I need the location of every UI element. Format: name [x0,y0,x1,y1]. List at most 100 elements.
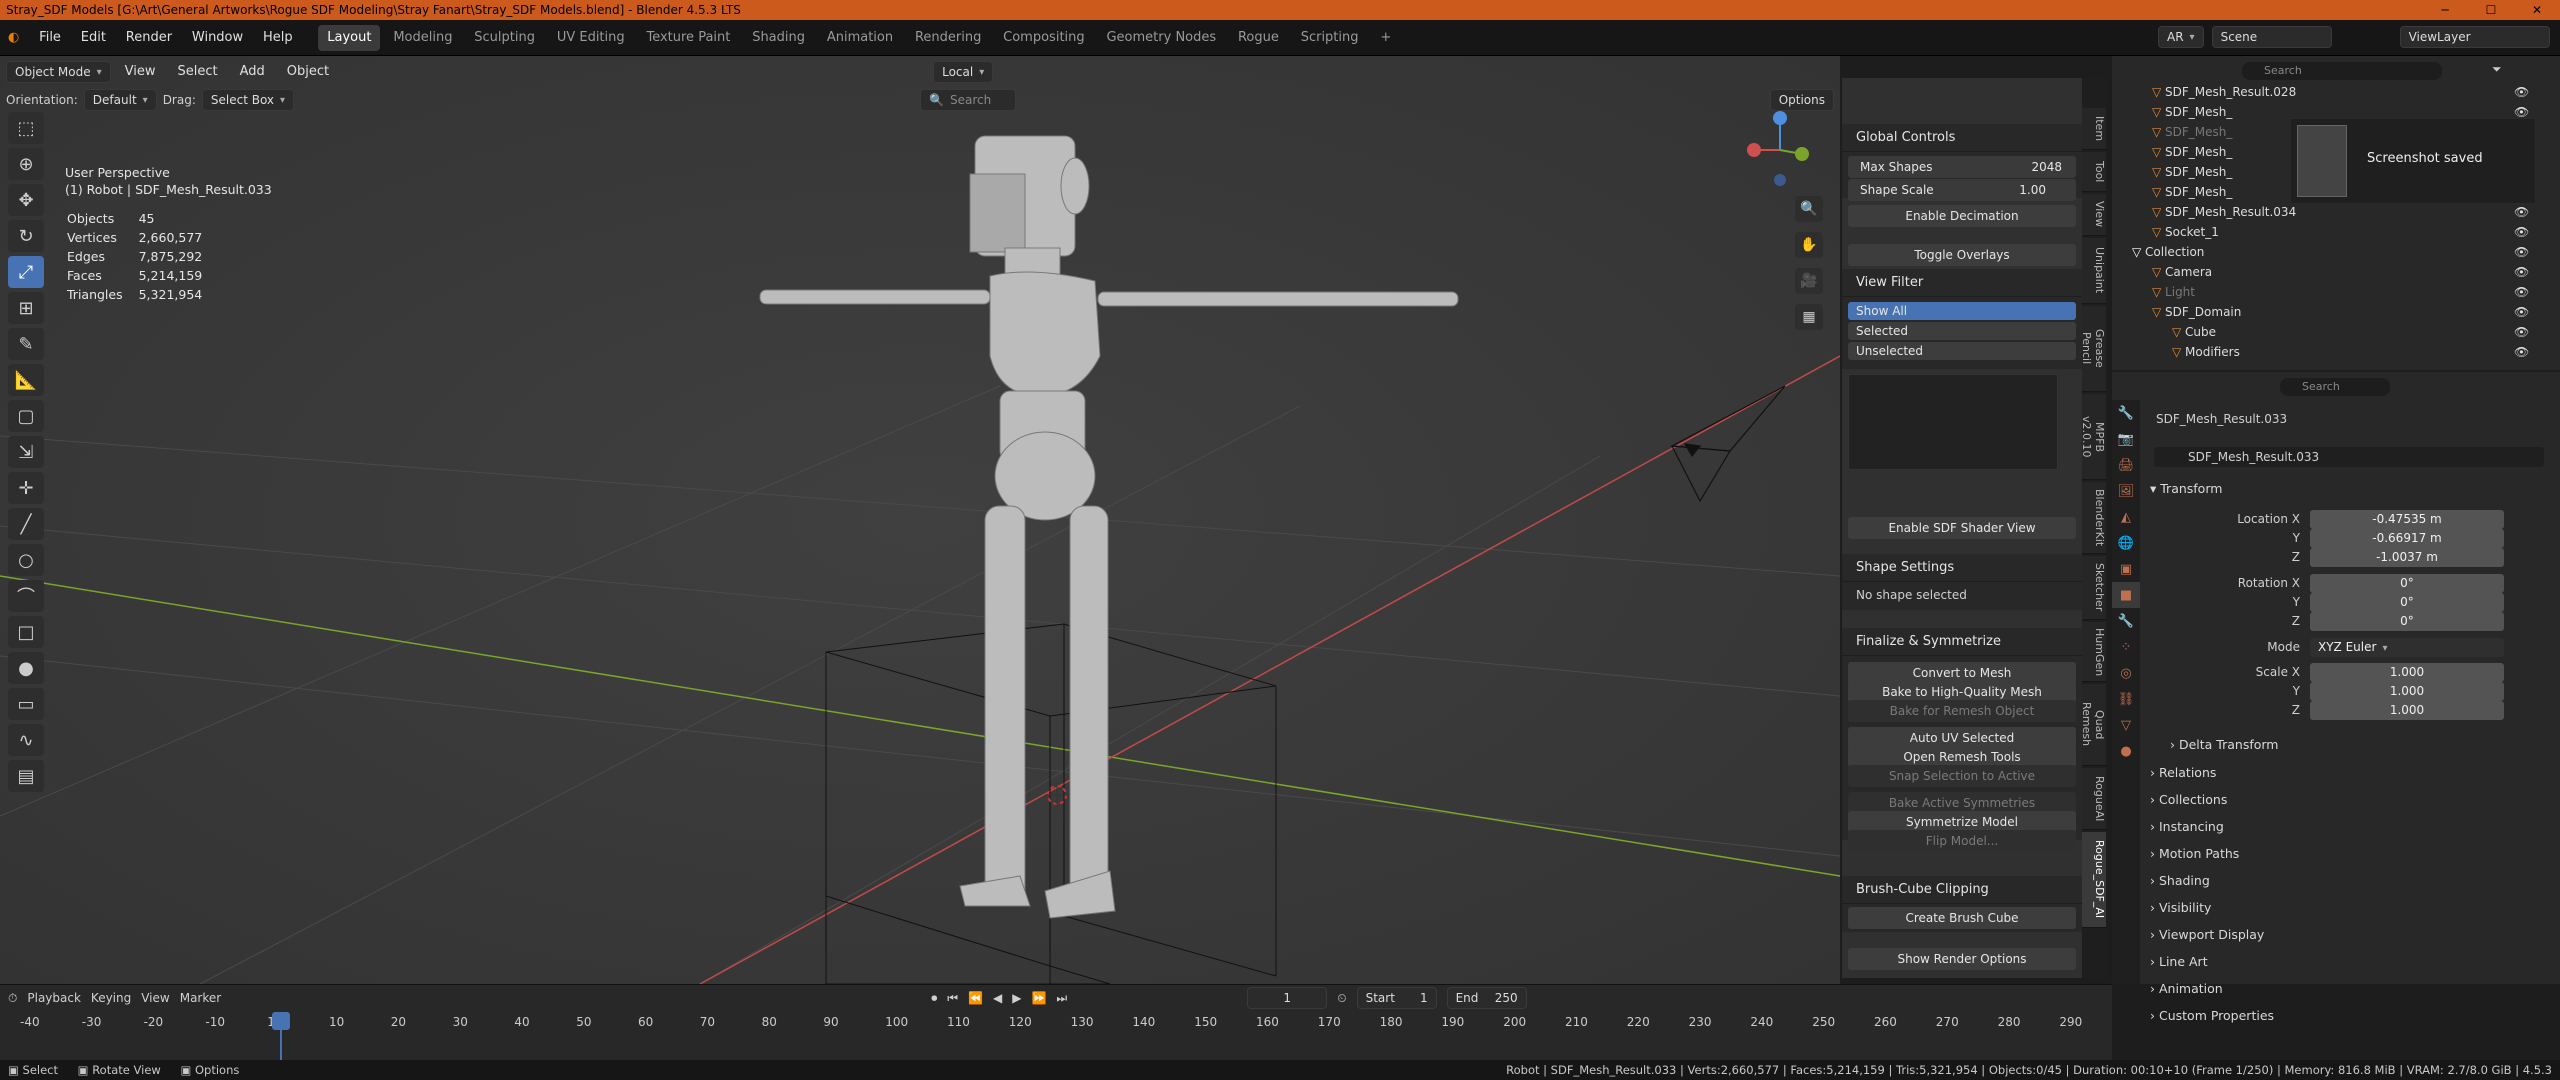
shape-list[interactable] [1848,374,2058,470]
tab-layout[interactable]: Layout [318,25,381,51]
properties-search-input[interactable]: Search [2280,378,2390,396]
location-x-field[interactable]: -0.47535 m [2310,510,2504,529]
visibility-eye-icon[interactable]: 👁 [2514,322,2529,342]
add-cube-icon[interactable]: ▢ [8,400,44,432]
outliner-row[interactable]: ▽ Collection 👁 [2112,242,2552,262]
cursor-icon[interactable]: ⊕ [8,148,44,180]
location-y-field[interactable]: -0.66917 m [2310,529,2504,548]
menu-select[interactable]: Select [169,61,225,83]
stopwatch-icon[interactable]: ⏲ [1337,991,1346,1006]
visibility-eye-icon[interactable]: 👁 [2514,342,2529,362]
zoom-icon[interactable]: 🔍 [1795,196,1823,222]
show-render-options-button[interactable]: Show Render Options [1848,948,2076,970]
rotation-x-field[interactable]: 0° [2310,574,2504,593]
rotation-y-field[interactable]: 0° [2310,593,2504,612]
shape-settings-header[interactable]: Shape Settings [1842,554,2082,582]
rotation-z-field[interactable]: 0° [2310,612,2504,631]
minimize-button[interactable]: ─ [2422,0,2468,20]
ruler-icon[interactable]: ▤ [8,760,44,792]
add-point-icon[interactable]: ✛ [8,472,44,504]
spline-icon[interactable]: ∿ [8,724,44,756]
tab-rogueai[interactable]: RogueAI [2082,768,2106,830]
transform-panel-header[interactable]: ▾ Transform [2150,476,2550,502]
filter-selected[interactable]: Selected [1848,322,2076,340]
current-frame-field[interactable]: 1 [1247,987,1328,1009]
viewlayer-select[interactable]: ViewLayer [2399,26,2550,48]
move-icon[interactable]: ✥ [8,184,44,216]
tab-item[interactable]: Item [2082,108,2106,150]
view-layer-tab-icon[interactable]: 🖼 [2112,478,2140,504]
jump-end-icon[interactable]: ⏭ [1056,991,1067,1006]
tab-grease-pencil[interactable]: Grease Pencil [2080,306,2106,392]
outliner-row[interactable]: ▽ SDF_Mesh_Result.028 👁 [2112,82,2552,102]
menu-window[interactable]: Window [184,20,251,56]
mode-select[interactable]: Object Mode [6,61,111,83]
outliner-search-input[interactable]: Search [2242,62,2442,80]
visibility-eye-icon[interactable]: 👁 [2514,302,2529,322]
add-workspace-button[interactable]: + [1371,25,1400,51]
view-filter-header[interactable]: View Filter [1842,269,2082,297]
outliner-row[interactable]: ▽ Camera 👁 [2112,262,2552,282]
menu-edit[interactable]: Edit [73,20,114,56]
properties-section-header[interactable]: › Instancing [2150,814,2550,840]
play-icon[interactable]: ▶ [1012,991,1021,1005]
record-icon[interactable]: ⏺ [931,991,937,1006]
tab-view[interactable]: View [2082,194,2106,236]
tab-rogue[interactable]: Rogue [1229,25,1288,51]
rotation-mode-select[interactable]: XYZ Euler [2310,638,2504,657]
properties-section-header[interactable]: › Line Art [2150,949,2550,975]
tab-unipaint[interactable]: Unipaint [2082,238,2106,304]
outliner-row[interactable]: ▽ SDF_Mesh_Result.034 👁 [2112,202,2552,222]
square-icon[interactable]: □ [8,616,44,648]
tab-shading[interactable]: Shading [743,25,814,51]
menu-object[interactable]: Object [279,61,337,83]
material-tab-icon[interactable]: ● [2112,738,2140,764]
output-tab-icon[interactable]: 🖨 [2112,452,2140,478]
tab-rendering[interactable]: Rendering [906,25,990,51]
viewport-search-input[interactable]: 🔍 Search [920,89,1016,111]
snap-selection-button[interactable]: Snap Selection to Active [1848,765,2076,787]
tab-sketcher[interactable]: Sketcher [2082,556,2106,620]
scale-x-field[interactable]: 1.000 [2310,663,2504,682]
toggle-overlays-button[interactable]: Toggle Overlays [1848,244,2076,266]
brush-cube-header[interactable]: Brush-Cube Clipping [1842,876,2082,904]
scale-y-field[interactable]: 1.000 [2310,682,2504,701]
visibility-eye-icon[interactable]: 👁 [2514,282,2529,302]
pan-hand-icon[interactable]: ✋ [1795,232,1823,258]
drag-select[interactable]: Select Box [201,89,295,111]
visibility-eye-icon[interactable]: 👁 [2514,242,2529,262]
end-frame-field[interactable]: End 250 [1446,987,1527,1009]
camera-view-icon[interactable]: 🎥 [1795,268,1823,294]
visibility-eye-icon[interactable]: 👁 [2514,262,2529,282]
tab-texture-paint[interactable]: Texture Paint [637,25,739,51]
finalize-header[interactable]: Finalize & Symmetrize [1842,628,2082,656]
properties-section-header[interactable]: › Collections [2150,787,2550,813]
tab-sculpting[interactable]: Sculpting [465,25,544,51]
tab-scripting[interactable]: Scripting [1292,25,1368,51]
properties-section-header[interactable]: › Viewport Display [2150,922,2550,948]
properties-section-header[interactable]: › Shading [2150,868,2550,894]
tab-uv-editing[interactable]: UV Editing [548,25,634,51]
visibility-eye-icon[interactable]: 👁 [2514,222,2529,242]
blender-logo-icon[interactable]: ◐ [0,20,27,56]
outliner-row[interactable]: ▽ SDF_Domain 👁 [2112,302,2552,322]
create-brush-cube-button[interactable]: Create Brush Cube [1848,907,2076,929]
datablock-field[interactable]: SDF_Mesh_Result.033 [2154,447,2544,467]
close-button[interactable]: ✕ [2514,0,2560,20]
annotate-icon[interactable]: ✎ [8,328,44,360]
properties-section-header[interactable]: › Visibility [2150,895,2550,921]
enable-sdf-shader-button[interactable]: Enable SDF Shader View [1848,517,2076,539]
shape-scale-field[interactable]: Shape Scale 1.00 [1848,179,2076,201]
3d-viewport[interactable]: Object Mode View Select Add Object Local… [0,56,1840,984]
tab-geometry-nodes[interactable]: Geometry Nodes [1097,25,1225,51]
curve-icon[interactable]: ⌒ [8,580,44,612]
bake-remesh-button[interactable]: Bake for Remesh Object [1848,700,2076,722]
menu-help[interactable]: Help [255,20,301,56]
transform-pivot-select[interactable]: Local [933,61,994,83]
orientation-select[interactable]: Default [83,89,157,111]
filter-unselected[interactable]: Unselected [1848,342,2076,360]
circle-icon[interactable]: ○ [8,544,44,576]
outliner-row[interactable]: ▽ Cube 👁 [2112,322,2552,342]
page-icon[interactable]: ▭ [8,688,44,720]
visibility-eye-icon[interactable]: 👁 [2514,202,2529,222]
